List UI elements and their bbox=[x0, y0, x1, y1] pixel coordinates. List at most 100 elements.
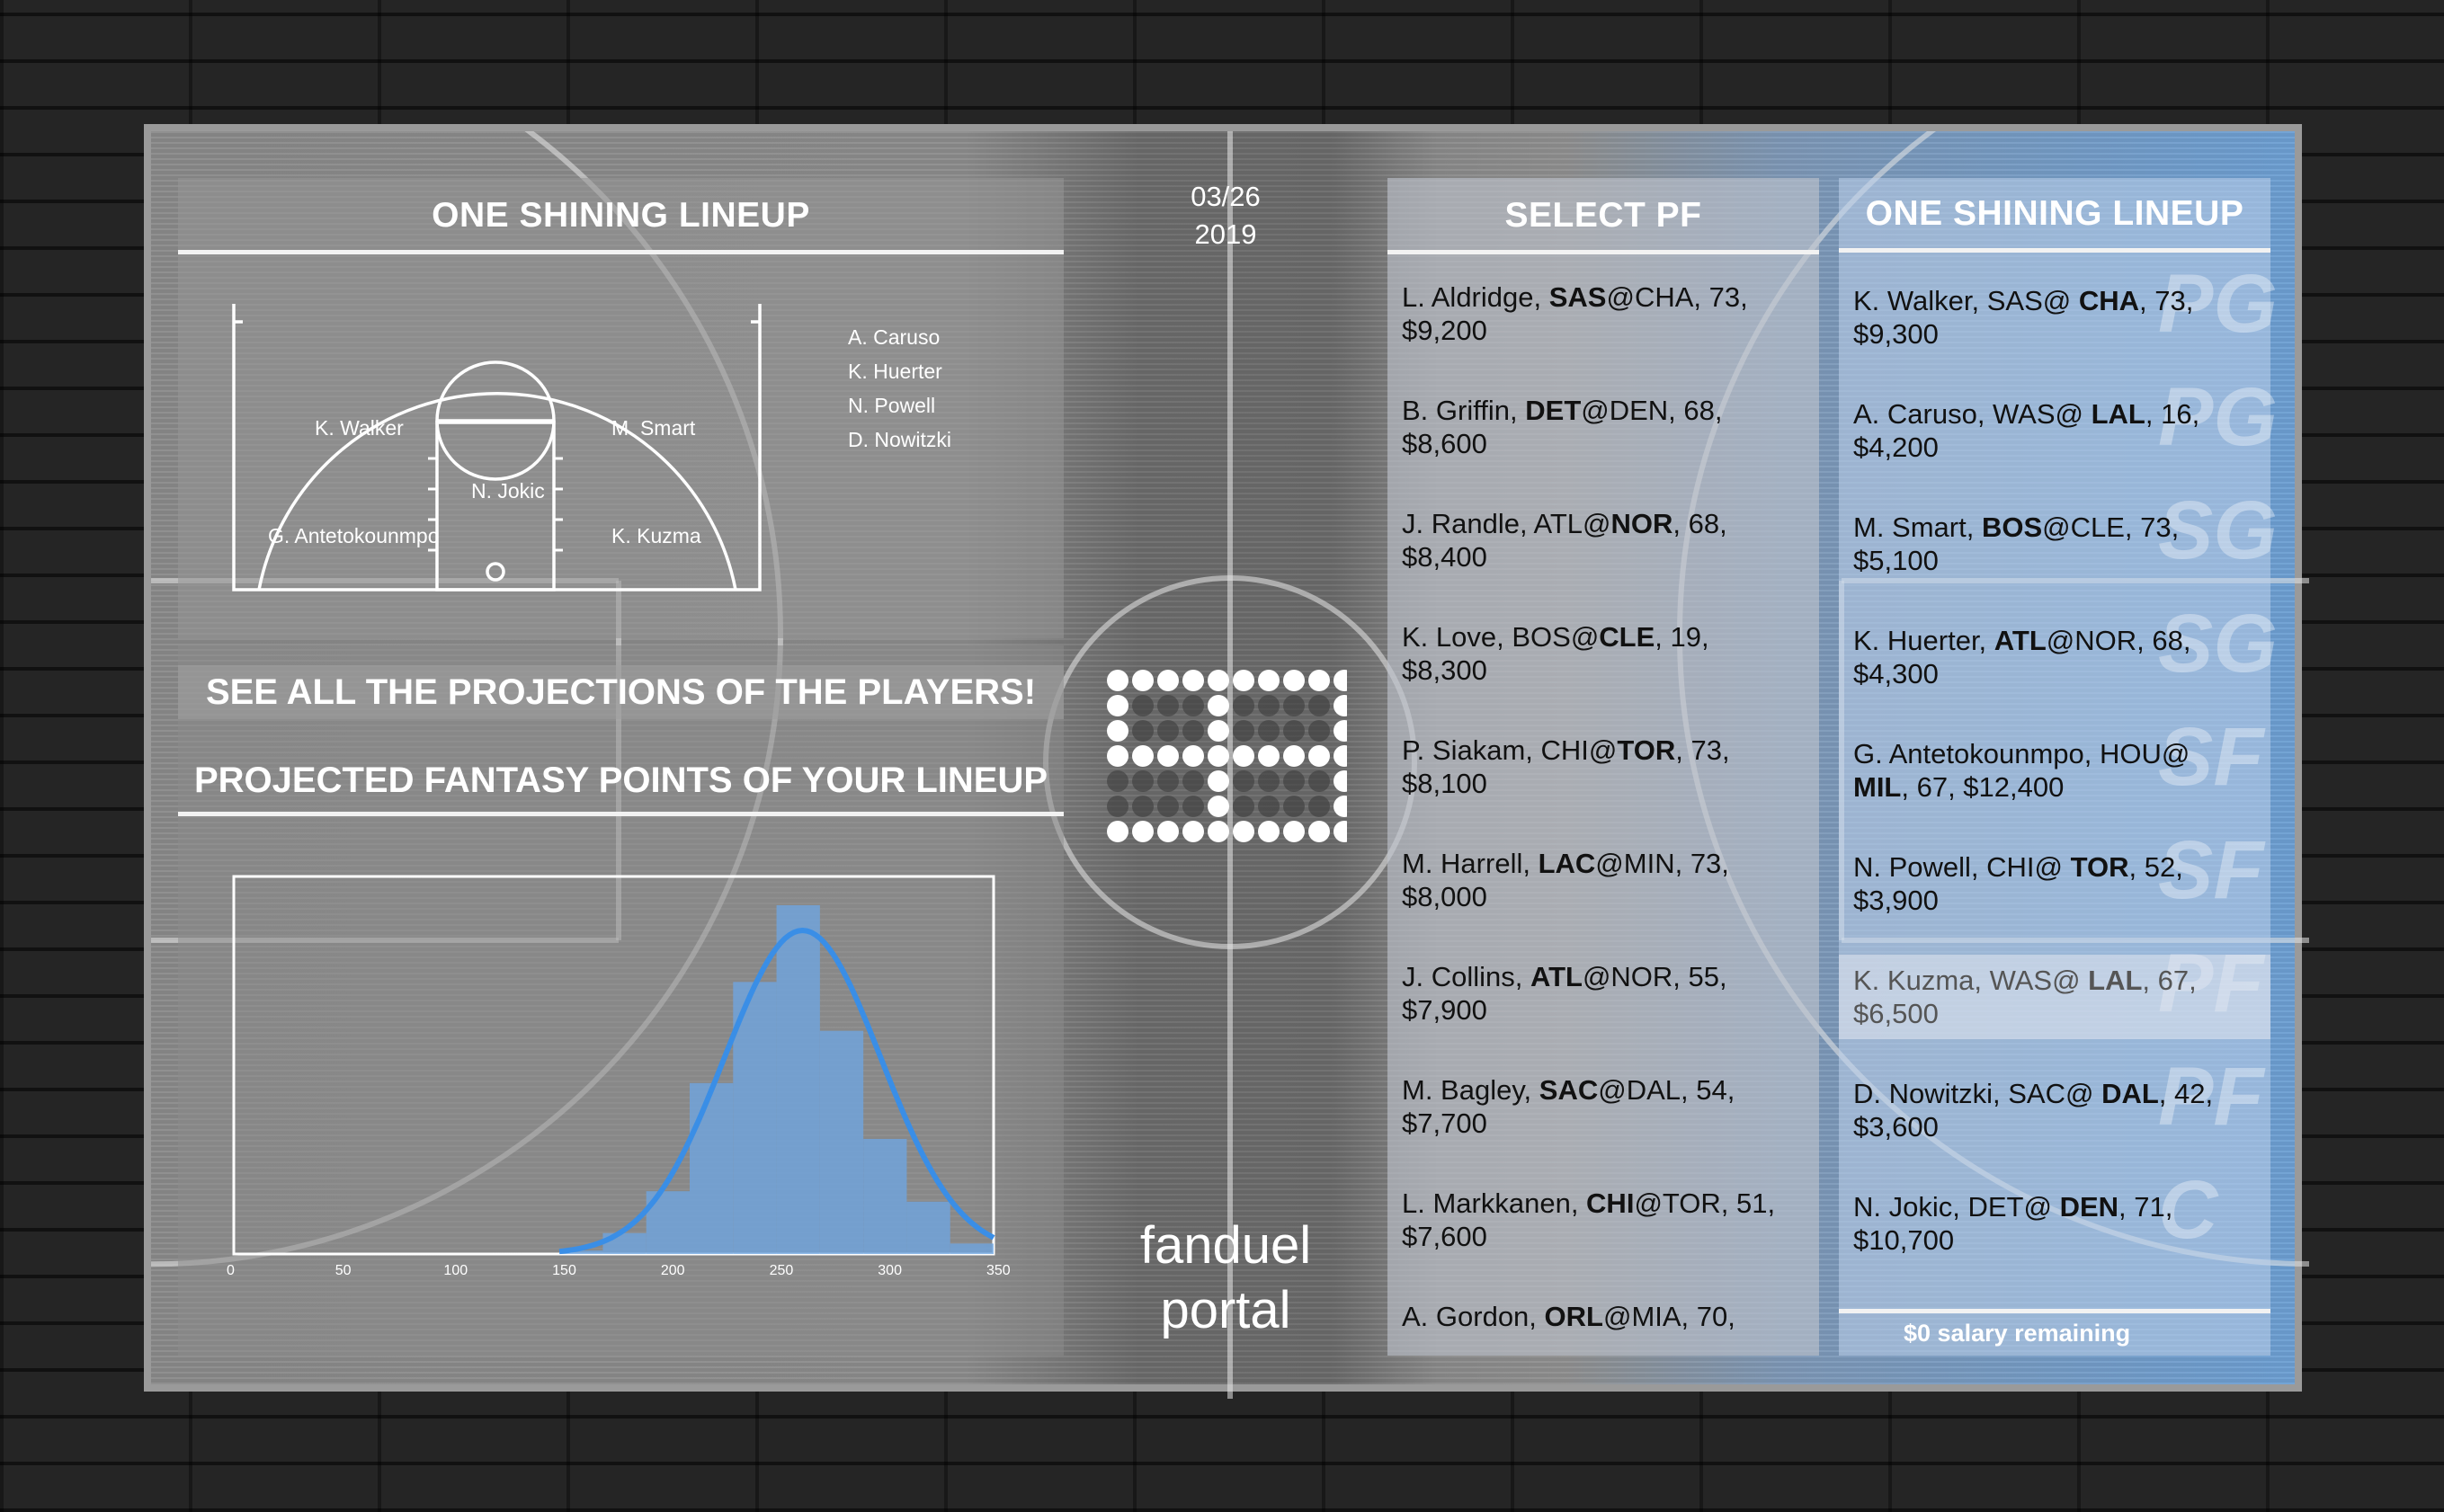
select-player-option[interactable]: M. Harrell, LAC@MIN, 73, $8,000 bbox=[1387, 847, 1819, 913]
court-pos-walker: K. Walker bbox=[315, 416, 404, 440]
scoreboard-dot bbox=[1182, 745, 1204, 767]
scoreboard-dot bbox=[1258, 796, 1280, 817]
scoreboard-dot bbox=[1233, 745, 1254, 767]
brand-line-1: fanduel bbox=[1139, 1216, 1312, 1275]
scoreboard-dot bbox=[1333, 720, 1355, 742]
scoreboard-dot bbox=[1157, 745, 1179, 767]
scoreboard-dot bbox=[1182, 695, 1204, 716]
salary-remaining: $0 salary remaining bbox=[1904, 1320, 2131, 1347]
scoreboard-dot bbox=[1208, 720, 1229, 742]
scoreboard-dot bbox=[1258, 720, 1280, 742]
scoreboard-dot bbox=[1283, 695, 1305, 716]
scoreboard-dot bbox=[1308, 745, 1330, 767]
bench-list: A. Caruso K. Huerter N. Powell D. Nowitz… bbox=[848, 320, 951, 457]
scoreboard-dot bbox=[1333, 670, 1355, 691]
court-pos-kuzma: K. Kuzma bbox=[611, 524, 701, 547]
court-pos-jokic: N. Jokic bbox=[471, 479, 545, 503]
select-player-option[interactable]: M. Bagley, SAC@DAL, 54, $7,700 bbox=[1387, 1073, 1819, 1140]
footer-divider bbox=[1839, 1309, 2270, 1313]
select-player-option[interactable]: J. Randle, ATL@NOR, 68, $8,400 bbox=[1387, 507, 1819, 574]
title-divider bbox=[178, 250, 1064, 254]
scoreboard-dot bbox=[1107, 821, 1128, 842]
roster-slot[interactable]: K. Kuzma, WAS@ LAL, 67, $6,500 bbox=[1839, 955, 2270, 1039]
scoreboard-dot bbox=[1283, 770, 1305, 792]
histogram-bar bbox=[863, 1138, 907, 1254]
roster-slot[interactable]: N. Powell, CHI@ TOR, 52, $3,900 bbox=[1839, 850, 2270, 917]
scoreboard-dot bbox=[1157, 821, 1179, 842]
roster-slot[interactable]: M. Smart, BOS@CLE, 73, $5,100 bbox=[1839, 511, 2270, 577]
scoreboard-dot bbox=[1157, 695, 1179, 716]
select-player-option[interactable]: K. Love, BOS@CLE, 19, $8,300 bbox=[1387, 620, 1819, 687]
court-pos-antetokounmpo: G. Antetokounmpo bbox=[268, 524, 440, 547]
x-tick-label: 250 bbox=[769, 1263, 794, 1278]
brand-line-2: portal bbox=[1160, 1281, 1291, 1339]
roster-slot[interactable]: D. Nowitzki, SAC@ DAL, 42, $3,600 bbox=[1839, 1077, 2270, 1143]
scoreboard-dot bbox=[1233, 796, 1254, 817]
histogram-bar bbox=[906, 1201, 950, 1254]
scoreboard-dot bbox=[1258, 770, 1280, 792]
scoreboard-dot bbox=[1132, 745, 1154, 767]
lineup-roster-panel: ONE SHINING LINEUP PGPGSGSGSFSFPFPFCK. W… bbox=[1839, 178, 2278, 1356]
half-court-diagram bbox=[232, 304, 762, 591]
scoreboard-dot bbox=[1308, 770, 1330, 792]
scoreboard-dot bbox=[1182, 670, 1204, 691]
scoreboard-dot bbox=[1107, 770, 1128, 792]
scoreboard-dot bbox=[1283, 670, 1305, 691]
select-player-option[interactable]: P. Siakam, CHI@TOR, 73, $8,100 bbox=[1387, 734, 1819, 800]
bench-player: A. Caruso bbox=[848, 325, 941, 349]
scoreboard-dot bbox=[1132, 770, 1154, 792]
scoreboard-dot bbox=[1157, 720, 1179, 742]
date-month-day: 03/26 bbox=[1191, 181, 1261, 212]
title-divider bbox=[1839, 248, 2270, 253]
scoreboard-dot bbox=[1308, 821, 1330, 842]
scoreboard-dot bbox=[1258, 821, 1280, 842]
scoreboard-dot bbox=[1107, 796, 1128, 817]
scoreboard-dot bbox=[1233, 821, 1254, 842]
histogram-bar bbox=[690, 1082, 734, 1254]
roster-slot[interactable]: A. Caruso, WAS@ LAL, 16, $4,200 bbox=[1839, 397, 2270, 464]
select-pf-panel: SELECT PF L. Aldridge, SAS@CHA, 73, $9,20… bbox=[1387, 178, 1819, 1356]
scoreboard-dot bbox=[1208, 796, 1229, 817]
scoreboard-dot bbox=[1258, 745, 1280, 767]
scoreboard-dot bbox=[1132, 695, 1154, 716]
scoreboard-dot bbox=[1157, 796, 1179, 817]
select-player-option[interactable]: J. Collins, ATL@NOR, 55, $7,900 bbox=[1387, 960, 1819, 1027]
lineup-court-panel: ONE SHINING LINEUP K. Walker M. Smart N.… bbox=[178, 178, 1064, 638]
scoreboard-dot bbox=[1333, 821, 1355, 842]
date-year: 2019 bbox=[1194, 218, 1257, 250]
scoreboard-dot bbox=[1333, 770, 1355, 792]
x-tick-label: 300 bbox=[878, 1263, 902, 1278]
scoreboard-dot bbox=[1233, 720, 1254, 742]
scoreboard-total: 93 bbox=[1104, 667, 1355, 847]
scoreboard-dot bbox=[1132, 821, 1154, 842]
roster-slot[interactable]: K. Walker, SAS@ CHA, 73, $9,300 bbox=[1839, 284, 2270, 351]
histogram-bar bbox=[819, 1030, 864, 1254]
brand-logo[interactable]: fanduel portal bbox=[1091, 1214, 1360, 1343]
roster-slot[interactable]: N. Jokic, DET@ DEN, 71, $10,700 bbox=[1839, 1190, 2270, 1257]
roster-slot[interactable]: K. Huerter, ATL@NOR, 68, $4,300 bbox=[1839, 624, 2270, 690]
scoreboard-dot bbox=[1258, 695, 1280, 716]
scoreboard-dot bbox=[1333, 796, 1355, 817]
scoreboard-dot bbox=[1208, 695, 1229, 716]
scoreboard-dot bbox=[1157, 670, 1179, 691]
title-divider bbox=[1387, 250, 1819, 254]
scoreboard-dot bbox=[1283, 796, 1305, 817]
scoreboard-dot bbox=[1308, 720, 1330, 742]
scoreboard-dot bbox=[1132, 720, 1154, 742]
scoreboard-dot bbox=[1132, 670, 1154, 691]
scoreboard-dot bbox=[1157, 770, 1179, 792]
select-player-option[interactable]: B. Griffin, DET@DEN, 68, $8,600 bbox=[1387, 394, 1819, 460]
select-player-option[interactable]: L. Aldridge, SAS@CHA, 73, $9,200 bbox=[1387, 280, 1819, 347]
scoreboard-dot bbox=[1283, 720, 1305, 742]
select-player-option[interactable]: A. Gordon, ORL@MIA, 70, bbox=[1387, 1300, 1819, 1333]
date-display: 03/26 2019 bbox=[1136, 178, 1316, 253]
select-player-option[interactable]: L. Markkanen, CHI@TOR, 51, $7,600 bbox=[1387, 1187, 1819, 1253]
scoreboard-dot bbox=[1258, 670, 1280, 691]
scoreboard-dot bbox=[1182, 796, 1204, 817]
see-projections-link[interactable]: SEE ALL THE PROJECTIONS OF THE PLAYERS! bbox=[178, 665, 1064, 719]
scoreboard-dot bbox=[1182, 770, 1204, 792]
scoreboard-dot bbox=[1182, 720, 1204, 742]
scoreboard-dot bbox=[1233, 770, 1254, 792]
roster-slot[interactable]: G. Antetokounmpo, HOU@ MIL, 67, $12,400 bbox=[1839, 737, 2270, 804]
scoreboard-dot bbox=[1182, 821, 1204, 842]
